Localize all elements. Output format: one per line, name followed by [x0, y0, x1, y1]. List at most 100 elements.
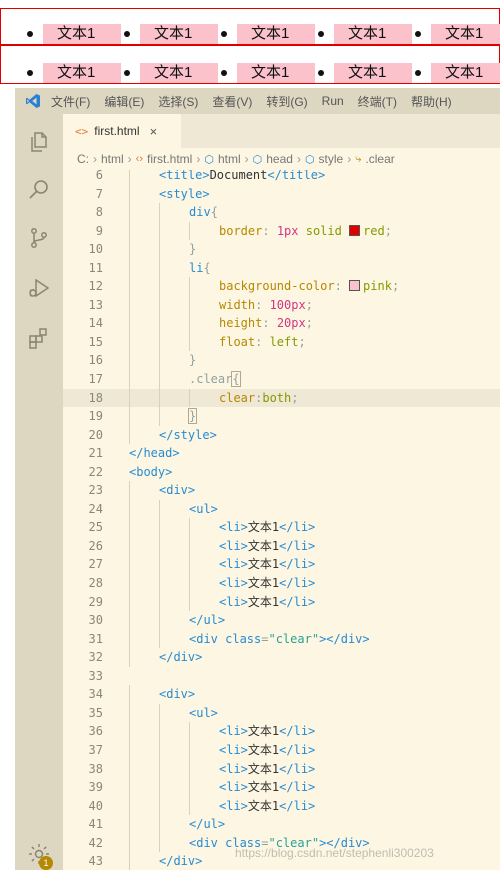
code-line[interactable]: 16}: [63, 351, 500, 371]
breadcrumb-drive[interactable]: C:: [77, 152, 89, 166]
code-text: </style>: [159, 426, 217, 445]
code-line[interactable]: 24 <ul>: [63, 499, 500, 519]
code-line[interactable]: 20 </style>: [63, 425, 500, 445]
menu-run[interactable]: Run: [322, 94, 344, 108]
breadcrumb-html[interactable]: ⬡ html: [204, 152, 240, 166]
color-swatch[interactable]: [349, 224, 361, 236]
code-line[interactable]: 14 height: 20px;: [63, 314, 500, 333]
code-line[interactable]: 26 <li>文本1</li>: [63, 536, 500, 556]
code-line[interactable]: 21 </head>: [63, 444, 500, 463]
code-line[interactable]: 15 float: left;: [63, 332, 500, 352]
breadcrumb-clear[interactable]: ⤷ .clear: [355, 152, 395, 166]
menu-terminal[interactable]: 终端(T): [358, 93, 397, 110]
indent-guide: [159, 277, 160, 296]
preview-list-1: 文本1 文本1 文本1 文本1 文本1: [1, 9, 500, 45]
code-line[interactable]: 36 <li>文本1</li>: [63, 722, 500, 741]
indent-guide: [159, 370, 160, 389]
code-line[interactable]: 40 <li>文本1</li>: [63, 796, 500, 816]
code-token: ;: [291, 390, 299, 405]
code-line[interactable]: 7 <style>: [63, 184, 500, 204]
code-line[interactable]: 35 <ul>: [63, 703, 500, 723]
code-token: </li>: [279, 742, 316, 757]
indent-guide: [129, 740, 130, 760]
code-line[interactable]: 9 border: 1px solid red;: [63, 221, 500, 241]
line-number: 36: [88, 724, 103, 739]
code-line[interactable]: 12 background-color: pink;: [63, 277, 500, 296]
code-line[interactable]: 8 div{: [63, 203, 500, 222]
code-line[interactable]: 25 <li>文本1</li>: [63, 518, 500, 537]
code-line[interactable]: 22 <body>: [63, 463, 500, 482]
code-token: :: [255, 334, 270, 349]
indent-guide: [129, 555, 130, 575]
code-line[interactable]: 17 .clear{: [63, 370, 500, 389]
code-line[interactable]: 19}: [63, 407, 500, 426]
code-token: {: [210, 205, 218, 220]
run-debug-icon[interactable]: [27, 276, 51, 300]
indent-guide: [159, 815, 160, 834]
code-line[interactable]: 30 </ul>: [63, 611, 500, 630]
code-token: :: [262, 316, 277, 331]
code-line[interactable]: 28 <li>文本1</li>: [63, 574, 500, 593]
extensions-icon[interactable]: [27, 326, 51, 350]
code-line[interactable]: 34 <div>: [63, 685, 500, 704]
code-text: <li>文本1</li>: [219, 778, 315, 797]
code-line[interactable]: 13 width: 100px;: [63, 295, 500, 315]
explorer-icon[interactable]: [27, 130, 51, 154]
code-line[interactable]: 6 <title>Document</title>: [63, 170, 500, 185]
line-number: 20: [88, 427, 103, 442]
code-line[interactable]: 23 <div>: [63, 481, 500, 500]
menu-go[interactable]: 转到(G): [266, 93, 307, 110]
menu-edit[interactable]: 编辑(E): [104, 93, 144, 110]
tab-first-html[interactable]: <> first.html ×: [63, 114, 181, 148]
menu-view[interactable]: 查看(V): [212, 93, 252, 110]
code-line[interactable]: 18 clear:both;: [63, 388, 500, 408]
line-number: 31: [88, 631, 103, 646]
code-token: <ul>: [189, 501, 218, 516]
code-line[interactable]: 27 <li>文本1</li>: [63, 555, 500, 575]
code-text: <li>文本1</li>: [219, 555, 315, 574]
code-editor[interactable]: 6 <title>Document</title> 7 <style> 8 div{9 bo…: [63, 170, 500, 870]
breadcrumb-head[interactable]: ⬡ head: [253, 152, 293, 166]
code-token: <li>: [219, 557, 248, 572]
code-line[interactable]: 38 <li>文本1</li>: [63, 759, 500, 779]
code-line[interactable]: 39 <li>文本1</li>: [63, 778, 500, 797]
indent-guide: [159, 796, 160, 816]
code-token: height: [219, 316, 263, 331]
code-text: li{: [189, 259, 211, 278]
code-line[interactable]: 37 <li>文本1</li>: [63, 740, 500, 760]
menu-file[interactable]: 文件(F): [51, 93, 90, 110]
code-line[interactable]: 33: [63, 667, 500, 686]
code-token: </li>: [279, 538, 316, 553]
indent-guide: [129, 722, 130, 741]
line-number: 10: [88, 242, 103, 257]
menu-selection[interactable]: 选择(S): [158, 93, 198, 110]
code-line[interactable]: 29 <li>文本1</li>: [63, 592, 500, 612]
code-line[interactable]: 31 <div class="clear"></div>: [63, 629, 500, 649]
code-token: ;: [298, 334, 306, 349]
menu-help[interactable]: 帮助(H): [411, 93, 452, 110]
code-line[interactable]: 41 </ul>: [63, 815, 500, 834]
close-icon[interactable]: ×: [150, 124, 158, 139]
code-text: <ul>: [189, 704, 218, 723]
code-token: Document: [209, 170, 268, 182]
code-line[interactable]: 10}: [63, 240, 500, 259]
code-text: <title>Document</title>: [159, 170, 325, 185]
indent-guide: [159, 592, 160, 612]
search-icon[interactable]: [27, 178, 51, 202]
breadcrumb-style[interactable]: ⬡ style: [305, 152, 343, 166]
indent-guide: [129, 852, 130, 870]
source-control-icon[interactable]: [27, 226, 51, 250]
code-line[interactable]: 11 li{: [63, 258, 500, 278]
color-swatch[interactable]: [349, 280, 361, 292]
indent-guide: [159, 740, 160, 760]
line-number: 39: [88, 780, 103, 795]
line-number: 17: [88, 372, 103, 387]
line-number: 32: [88, 650, 103, 665]
line-number: 13: [88, 297, 103, 312]
line-number: 30: [88, 613, 103, 628]
breadcrumb-file[interactable]: ‹› first.html: [136, 152, 193, 166]
code-line[interactable]: 32 </div>: [63, 648, 500, 667]
indent-guide: [189, 518, 190, 537]
code-token: ></div>: [319, 631, 370, 646]
breadcrumb-folder[interactable]: html: [101, 152, 124, 166]
